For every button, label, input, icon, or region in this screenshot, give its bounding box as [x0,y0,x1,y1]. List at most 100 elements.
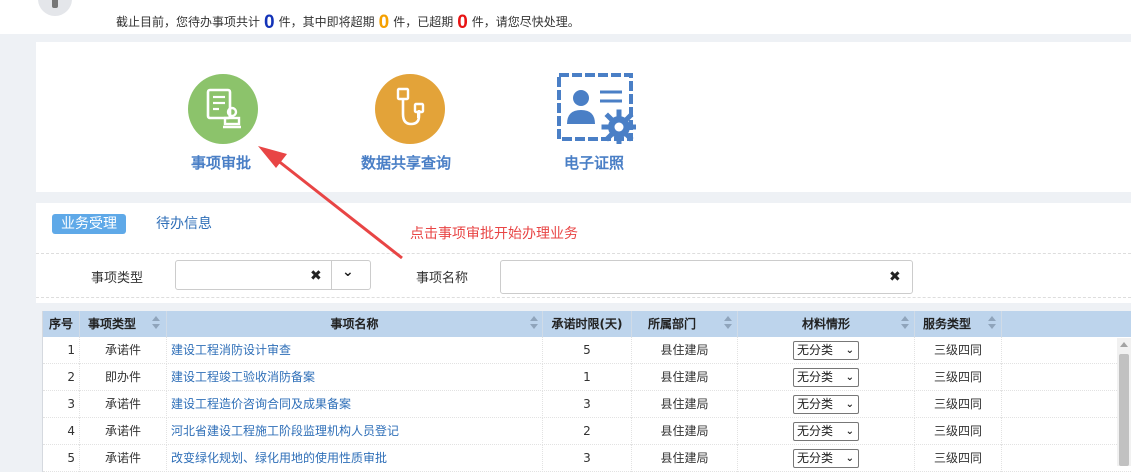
col-header-service[interactable]: 服务类型 [915,311,1002,337]
row-days: 3 [543,391,632,418]
tab-business-acceptance[interactable]: 业务受理 [52,214,126,234]
summary-bar: 截止目前，您待办事项共计 0 件，其中即将超期 0 件，已超期 0 件，请您尽快处理。 [0,0,1131,34]
todo-summary: 截止目前，您待办事项共计 0 件，其中即将超期 0 件，已超期 0 件，请您尽快处理。 [116,10,580,33]
table-row[interactable]: 2 即办件 建设工程竣工验收消防备案 1 县住建局 无分类 ⌄ 三级四同 [43,364,1131,391]
annotation-text: 点击事项审批开始办理业务 [410,226,578,242]
scrollbar-thumb[interactable] [1119,354,1129,466]
row-no: 4 [43,418,80,445]
chevron-down-icon: ⌄ [845,399,854,410]
sort-icon[interactable] [724,316,732,330]
row-service: 三级四同 [915,445,1002,472]
clear-icon[interactable]: ✖ [310,268,322,284]
row-days: 1 [543,364,632,391]
row-name-link[interactable]: 建设工程消防设计审查 [167,337,543,364]
row-material: 无分类 ⌄ [738,337,915,364]
divider [36,253,1131,254]
filter-type-label: 事项类型 [91,271,144,286]
col-header-service-label: 服务类型 [923,317,972,331]
chevron-down-icon: ⌄ [845,372,854,383]
sort-icon[interactable] [901,316,909,330]
row-name-link[interactable]: 改变绿化规划、绿化用地的使用性质审批 [167,445,543,472]
app-label-data-share[interactable]: 数据共享查询 [361,152,451,173]
col-header-material[interactable]: 材料情形 [738,311,915,337]
col-header-type-label: 事项类型 [88,317,137,331]
row-name-link[interactable]: 建设工程造价咨询合同及成果备案 [167,391,543,418]
document-stamp-icon[interactable] [188,74,258,144]
app-label-approval[interactable]: 事项审批 [191,152,251,173]
row-material: 无分类 ⌄ [738,418,915,445]
col-header-dept[interactable]: 所属部门 [632,311,738,337]
app-shortcuts-panel: 事项审批 数据共享查询 电子证照 [36,42,1131,192]
divider [331,261,332,289]
table-row[interactable]: 3 承诺件 建设工程造价咨询合同及成果备案 3 县住建局 无分类 ⌄ 三级四同 [43,391,1131,418]
row-type: 承诺件 [80,445,167,472]
items-table: 序号 事项类型 事项名称 承诺时限(天) 所属部门 材料情形 服务类型 1 承诺… [42,311,1131,472]
row-dept: 县住建局 [632,418,738,445]
col-header-material-label: 材料情形 [801,317,850,331]
row-no: 3 [43,391,80,418]
id-card-gear-icon[interactable] [556,72,637,145]
row-no: 2 [43,364,80,391]
sort-icon[interactable] [530,316,538,330]
table-row[interactable]: 1 承诺件 建设工程消防设计审查 5 县住建局 无分类 ⌄ 三级四同 [43,337,1131,364]
item-type-combobox[interactable]: ✖ ⌄ [175,260,371,290]
material-select-value: 无分类 [797,397,834,411]
row-service: 三级四同 [915,418,1002,445]
row-type: 承诺件 [80,337,167,364]
row-dept: 县住建局 [632,337,738,364]
row-dept: 县住建局 [632,364,738,391]
col-header-name[interactable]: 事项名称 [167,311,543,337]
row-name-link[interactable]: 建设工程竣工验收消防备案 [167,364,543,391]
row-days: 5 [543,337,632,364]
chevron-down-icon: ⌄ [845,426,854,437]
chevron-down-icon: ⌄ [845,345,854,356]
row-name-link[interactable]: 河北省建设工程施工阶段监理机构人员登记 [167,418,543,445]
sort-icon[interactable] [988,316,996,330]
row-service: 三级四同 [915,337,1002,364]
col-header-type[interactable]: 事项类型 [80,311,167,337]
row-days: 3 [543,445,632,472]
row-days: 2 [543,418,632,445]
table-row[interactable]: 5 承诺件 改变绿化规划、绿化用地的使用性质审批 3 县住建局 无分类 ⌄ 三级四… [43,445,1131,472]
material-select[interactable]: 无分类 ⌄ [793,422,859,441]
scroll-up-icon[interactable] [1120,342,1128,347]
summary-mid2: 件，已超期 [393,15,454,29]
table-header: 序号 事项类型 事项名称 承诺时限(天) 所属部门 材料情形 服务类型 [43,311,1131,337]
col-header-days[interactable]: 承诺时限(天) [543,311,632,337]
material-select-value: 无分类 [797,370,834,384]
pending-count[interactable]: 0 [264,12,275,33]
material-select[interactable]: 无分类 ⌄ [793,395,859,414]
material-select[interactable]: 无分类 ⌄ [793,368,859,387]
chevron-down-icon: ⌄ [845,453,854,464]
sort-icon[interactable] [152,316,160,330]
tab-pending-info[interactable]: 待办信息 [156,214,212,234]
near-due-count[interactable]: 0 [379,12,390,33]
row-no: 5 [43,445,80,472]
overdue-count[interactable]: 0 [457,12,468,33]
app-label-e-license[interactable]: 电子证照 [564,152,624,173]
row-material: 无分类 ⌄ [738,364,915,391]
material-select-value: 无分类 [797,424,834,438]
col-header-no[interactable]: 序号 [43,311,80,337]
material-select[interactable]: 无分类 ⌄ [793,341,859,360]
summary-prefix: 截止目前，您待办事项共计 [116,15,261,29]
row-dept: 县住建局 [632,391,738,418]
row-dept: 县住建局 [632,445,738,472]
row-service: 三级四同 [915,391,1002,418]
business-panel: 业务受理 待办信息 点击事项审批开始办理业务 事项类型 ✖ ⌄ 事项名称 ✖ [36,203,1131,303]
usb-plug-icon[interactable] [375,74,445,144]
row-type: 承诺件 [80,418,167,445]
filter-name-label: 事项名称 [416,271,469,286]
col-header-name-label: 事项名称 [330,317,379,331]
table-row[interactable]: 4 承诺件 河北省建设工程施工阶段监理机构人员登记 2 县住建局 无分类 ⌄ 三级… [43,418,1131,445]
row-material: 无分类 ⌄ [738,445,915,472]
table-body: 1 承诺件 建设工程消防设计审查 5 县住建局 无分类 ⌄ 三级四同 2 即办件 … [43,337,1131,472]
summary-suffix: 件，请您尽快处理。 [471,15,580,29]
vertical-scrollbar[interactable] [1117,338,1131,466]
material-select[interactable]: 无分类 ⌄ [793,449,859,468]
material-select-value: 无分类 [797,451,834,465]
material-select-value: 无分类 [797,343,834,357]
clear-icon[interactable]: ✖ [889,269,901,285]
item-name-input[interactable]: ✖ [500,260,913,294]
chevron-down-icon[interactable]: ⌄ [342,264,354,280]
